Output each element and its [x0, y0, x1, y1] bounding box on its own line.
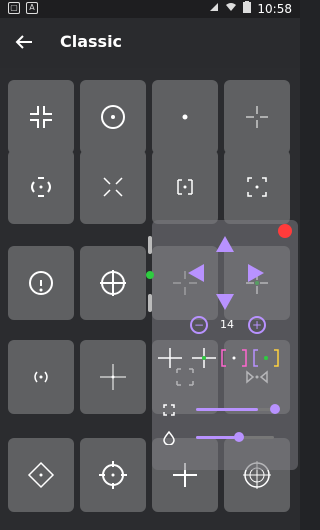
clock: 10:58 — [257, 1, 292, 16]
resize-icon — [162, 402, 176, 416]
crosshair-tile[interactable] — [152, 150, 218, 224]
crosshair-tile[interactable] — [8, 150, 74, 224]
preview-bracket-color-icon[interactable] — [252, 346, 280, 370]
opacity-slider[interactable] — [196, 432, 274, 442]
dot-icon — [182, 114, 188, 120]
status-bar: ▢ A 10:58 — [0, 0, 300, 18]
target-ticks-icon — [99, 461, 127, 489]
move-up-button[interactable] — [216, 236, 234, 252]
size-slider-knob[interactable] — [270, 404, 280, 414]
drag-handle-top[interactable] — [148, 236, 152, 254]
center-dot — [146, 271, 154, 279]
crosshair-tile[interactable] — [8, 340, 74, 414]
crosshair-tile[interactable] — [8, 80, 74, 154]
bracket-square-dot-icon — [177, 179, 193, 195]
record-indicator — [278, 224, 292, 238]
crosshair-tile[interactable] — [8, 246, 74, 320]
page-title: Classic — [60, 32, 123, 51]
opacity-icon — [162, 430, 176, 446]
bracket-dot-icon — [31, 177, 51, 197]
move-right-button[interactable] — [248, 264, 264, 282]
app-bar: Classic — [0, 18, 300, 68]
crosshair-tile[interactable] — [80, 438, 146, 512]
cross-dot-icon — [100, 364, 126, 390]
size-value: 14 — [220, 318, 234, 331]
wifi-icon — [225, 2, 237, 15]
move-left-button[interactable] — [188, 264, 204, 282]
thin-cross-icon — [246, 106, 268, 128]
crosshair-tile[interactable] — [224, 80, 290, 154]
circle-dot-icon — [101, 105, 125, 129]
x-cross-icon — [103, 177, 123, 197]
signal-icon — [209, 2, 219, 15]
move-down-button[interactable] — [216, 294, 234, 310]
crosshair-grid: − 14 + — [0, 68, 300, 530]
crosshair-tile[interactable] — [80, 246, 146, 320]
battery-icon — [243, 1, 252, 16]
opacity-slider-knob[interactable] — [234, 432, 244, 442]
circle-center-dot-icon — [29, 271, 53, 295]
size-slider[interactable] — [196, 404, 280, 414]
paren-dot-icon — [34, 371, 48, 383]
crosshair-tile[interactable] — [80, 80, 146, 154]
preview-plus-icon[interactable] — [156, 346, 184, 370]
circle-cross-ticks-icon — [100, 270, 126, 296]
overlay-controls: − 14 + — [152, 220, 298, 470]
preview-bracket-pink-icon[interactable] — [220, 346, 248, 370]
crosshair-tile[interactable] — [224, 150, 290, 224]
crosshair-tile[interactable] — [152, 80, 218, 154]
decrease-size-button[interactable]: − — [190, 316, 208, 334]
diamond-corners-icon — [27, 461, 55, 489]
arrow-left-icon — [15, 35, 32, 49]
a-icon: A — [26, 2, 38, 14]
back-button[interactable] — [12, 30, 36, 54]
bracket-corners-dot-icon — [247, 177, 267, 197]
notification-icon: ▢ — [8, 2, 20, 14]
crosshair-tile[interactable] — [8, 438, 74, 512]
drag-handle-bottom[interactable] — [148, 294, 152, 312]
increase-size-button[interactable]: + — [248, 316, 266, 334]
crosshair-tile[interactable] — [80, 340, 146, 414]
crosshair-tile[interactable] — [80, 150, 146, 224]
preview-plus-green-icon[interactable] — [190, 346, 218, 370]
gapped-cross-icon — [30, 106, 52, 128]
